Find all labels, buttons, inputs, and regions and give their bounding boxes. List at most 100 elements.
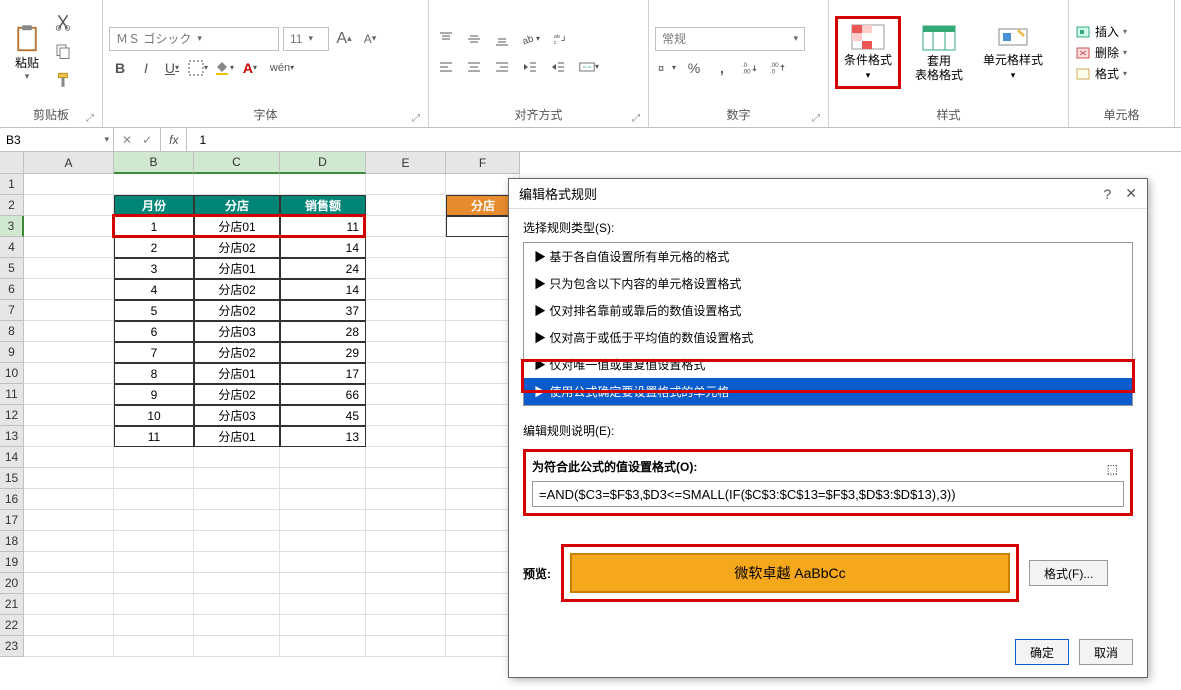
table-format-button[interactable]: 套用 表格格式 (909, 20, 969, 86)
increase-font-icon[interactable]: A▴ (333, 28, 355, 50)
cell[interactable]: 分店03 (194, 405, 280, 426)
format-painter-icon[interactable] (54, 71, 72, 92)
cell[interactable] (280, 573, 366, 594)
rule-type-list[interactable]: ▶ 基于各自值设置所有单元格的格式▶ 只为包含以下内容的单元格设置格式▶ 仅对排… (523, 242, 1133, 406)
percent-icon[interactable]: % (683, 57, 705, 79)
cell[interactable] (24, 573, 114, 594)
merge-icon[interactable]: ▾ (575, 56, 603, 78)
cell[interactable] (114, 489, 194, 510)
font-color-button[interactable]: A▾ (239, 57, 261, 79)
cell[interactable] (366, 174, 446, 195)
cell[interactable] (24, 447, 114, 468)
cell[interactable] (114, 594, 194, 615)
align-center-icon[interactable] (463, 56, 485, 78)
cell[interactable] (194, 174, 280, 195)
align-right-icon[interactable] (491, 56, 513, 78)
currency-icon[interactable]: ¤▾ (655, 57, 677, 79)
cell[interactable] (280, 510, 366, 531)
row-header[interactable]: 17 (0, 510, 24, 531)
wrap-text-icon[interactable]: abc (547, 28, 575, 50)
cell[interactable]: 29 (280, 342, 366, 363)
cell[interactable] (366, 405, 446, 426)
cell[interactable]: 17 (280, 363, 366, 384)
select-all-corner[interactable] (0, 152, 24, 174)
orientation-icon[interactable]: ab▾ (519, 28, 541, 50)
cell[interactable] (114, 468, 194, 489)
cell[interactable] (194, 468, 280, 489)
cell[interactable] (194, 510, 280, 531)
cell[interactable]: 分店02 (194, 300, 280, 321)
rule-type-item[interactable]: ▶ 只为包含以下内容的单元格设置格式 (524, 270, 1132, 297)
bold-button[interactable]: B (109, 57, 131, 79)
cell[interactable] (366, 594, 446, 615)
rule-type-item[interactable]: ▶ 仅对排名靠前或靠后的数值设置格式 (524, 297, 1132, 324)
column-header[interactable]: F (446, 152, 520, 174)
cell[interactable]: 14 (280, 279, 366, 300)
cell[interactable]: 月份 (114, 195, 194, 216)
cell[interactable] (194, 615, 280, 636)
cell[interactable]: 分店02 (194, 237, 280, 258)
format-cells-button[interactable]: 格式 ▾ (1075, 65, 1168, 82)
name-box[interactable]: B3▾ (0, 128, 114, 151)
decrease-decimal-icon[interactable]: .00.0 (767, 57, 789, 79)
cell[interactable] (114, 636, 194, 657)
cell[interactable] (366, 552, 446, 573)
column-header[interactable]: B (114, 152, 194, 174)
cell[interactable] (24, 510, 114, 531)
column-header[interactable]: D (280, 152, 366, 174)
cell[interactable] (366, 384, 446, 405)
cell[interactable] (194, 636, 280, 657)
cell[interactable]: 分店 (194, 195, 280, 216)
cell[interactable] (366, 447, 446, 468)
cell[interactable]: 分店01 (194, 216, 280, 237)
cell[interactable] (280, 594, 366, 615)
dialog-launcher-icon[interactable]: ⤢ (812, 113, 820, 124)
cell[interactable]: 分店01 (194, 363, 280, 384)
row-header[interactable]: 5 (0, 258, 24, 279)
formula-input[interactable]: 1 (187, 128, 1181, 151)
row-header[interactable]: 2 (0, 195, 24, 216)
row-header[interactable]: 4 (0, 237, 24, 258)
row-header[interactable]: 3 (0, 216, 24, 237)
cell[interactable] (114, 174, 194, 195)
cell[interactable]: 6 (114, 321, 194, 342)
cell[interactable]: 分店01 (194, 426, 280, 447)
row-header[interactable]: 10 (0, 363, 24, 384)
row-header[interactable]: 11 (0, 384, 24, 405)
cell[interactable]: 7 (114, 342, 194, 363)
cell[interactable]: 13 (280, 426, 366, 447)
indent-decrease-icon[interactable] (519, 56, 541, 78)
row-header[interactable]: 13 (0, 426, 24, 447)
column-header[interactable]: A (24, 152, 114, 174)
row-header[interactable]: 14 (0, 447, 24, 468)
number-format-combo[interactable]: 常规▾ (655, 27, 805, 51)
confirm-formula-icon[interactable]: ✓ (142, 133, 152, 147)
cell[interactable]: 分店03 (194, 321, 280, 342)
cell[interactable]: 5 (114, 300, 194, 321)
cell[interactable] (366, 279, 446, 300)
cell[interactable] (114, 615, 194, 636)
cell[interactable]: 9 (114, 384, 194, 405)
cell[interactable] (114, 531, 194, 552)
cell[interactable] (24, 174, 114, 195)
cell[interactable] (366, 216, 446, 237)
ok-button[interactable]: 确定 (1015, 639, 1069, 665)
column-header[interactable]: E (366, 152, 446, 174)
cell[interactable]: 分店02 (194, 384, 280, 405)
cancel-formula-icon[interactable]: ✕ (122, 133, 132, 147)
rule-type-item[interactable]: ▶ 使用公式确定要设置格式的单元格 (524, 378, 1132, 405)
italic-button[interactable]: I (135, 57, 157, 79)
cell[interactable] (366, 300, 446, 321)
cell[interactable] (114, 552, 194, 573)
conditional-format-button[interactable]: 条件格式▾ (835, 16, 901, 89)
align-middle-icon[interactable] (463, 28, 485, 50)
column-header[interactable]: C (194, 152, 280, 174)
cell[interactable]: 1 (114, 216, 194, 237)
cell[interactable]: 3 (114, 258, 194, 279)
cell[interactable] (280, 447, 366, 468)
cell[interactable] (24, 321, 114, 342)
cell[interactable]: 10 (114, 405, 194, 426)
row-header[interactable]: 12 (0, 405, 24, 426)
cell[interactable] (24, 342, 114, 363)
cell[interactable]: 45 (280, 405, 366, 426)
